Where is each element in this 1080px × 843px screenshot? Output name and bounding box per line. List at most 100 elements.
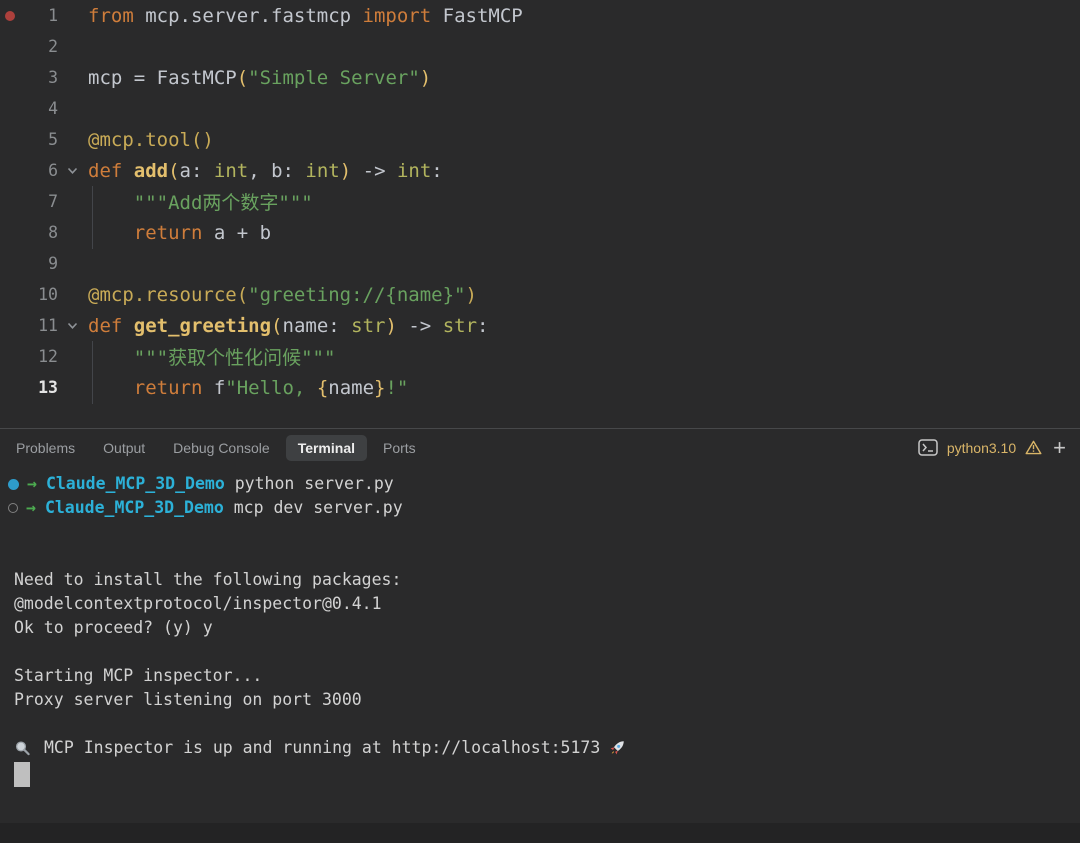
code-lines: 1from mcp.server.fastmcp import FastMCP 2… — [0, 0, 1080, 403]
code-line[interactable]: 2 — [0, 31, 1080, 62]
code-token: """Add两个数字""" — [88, 192, 313, 214]
line-number[interactable]: 10 — [22, 285, 58, 304]
terminal-icon — [918, 439, 938, 456]
code-line[interactable]: 3mcp = FastMCP("Simple Server") — [0, 62, 1080, 93]
terminal-command-row: → Claude_MCP_3D_Demo mcp dev server.py — [0, 496, 1080, 520]
terminal-status-row: MCP Inspector is up and running at http:… — [0, 736, 1080, 760]
warning-icon[interactable] — [1025, 440, 1042, 455]
terminal-blank-row — [0, 640, 1080, 664]
code-token: int — [305, 160, 339, 182]
line-number[interactable]: 9 — [22, 254, 58, 273]
command-text: mcp dev server.py — [234, 496, 403, 520]
code-token: f — [214, 377, 225, 399]
code-line[interactable]: 4 — [0, 93, 1080, 124]
code-line[interactable]: 1from mcp.server.fastmcp import FastMCP — [0, 0, 1080, 31]
code-text: @mcp.tool() — [86, 129, 214, 151]
code-line[interactable]: 6def add(a: int, b: int) -> int: — [0, 155, 1080, 186]
code-token: import — [363, 5, 443, 27]
code-token: { — [317, 377, 328, 399]
code-token: "greeting://{name}" — [248, 284, 465, 306]
terminal-output-row: @modelcontextprotocol/inspector@0.4.1 — [0, 592, 1080, 616]
code-token: add — [134, 160, 168, 182]
code-line[interactable]: 11def get_greeting(name: str) -> str: — [0, 310, 1080, 341]
prompt-arrow: → — [26, 496, 36, 520]
code-line[interactable]: 12 """获取个性化问候""" — [0, 341, 1080, 372]
code-token — [88, 222, 134, 244]
command-text: python server.py — [235, 472, 394, 496]
code-line[interactable]: 13 return f"Hello, {name}!" — [0, 372, 1080, 403]
code-token: name: — [283, 315, 352, 337]
tab-terminal[interactable]: Terminal — [286, 435, 367, 461]
code-token: -> — [397, 315, 443, 337]
code-token: , b: — [248, 160, 305, 182]
line-number[interactable]: 3 — [22, 68, 58, 87]
code-token: FastMCP — [443, 5, 523, 27]
interpreter-label[interactable]: python3.10 — [947, 440, 1016, 456]
code-token: -> — [351, 160, 397, 182]
breakpoint-dot[interactable] — [5, 11, 15, 21]
line-number[interactable]: 4 — [22, 99, 58, 118]
terminal-output-row: Proxy server listening on port 3000 — [0, 688, 1080, 712]
code-text: """获取个性化问候""" — [86, 343, 335, 370]
code-token: a + b — [214, 222, 271, 244]
code-token: return — [134, 222, 214, 244]
code-token: ( — [271, 315, 282, 337]
line-number[interactable]: 6 — [22, 161, 58, 180]
code-text: return a + b — [86, 222, 271, 244]
line-number[interactable]: 12 — [22, 347, 58, 366]
code-token: "Simple Server" — [248, 67, 420, 89]
code-line[interactable]: 5 @mcp.tool() — [0, 124, 1080, 155]
terminal-command-row: →Claude_MCP_3D_Demopython server.py — [0, 472, 1080, 496]
line-number[interactable]: 5 — [22, 130, 58, 149]
code-token: str — [351, 315, 385, 337]
code-token: a: — [180, 160, 214, 182]
code-token: int — [214, 160, 248, 182]
line-number[interactable]: 11 — [22, 316, 58, 335]
code-token: get_greeting — [134, 315, 271, 337]
terminal-output-row: Ok to proceed? (y) y — [0, 616, 1080, 640]
terminal-cursor-row — [0, 762, 1080, 786]
search-emoji — [14, 740, 31, 757]
line-number[interactable]: 7 — [22, 192, 58, 211]
panel-tab-bar: ProblemsOutputDebug ConsoleTerminalPorts… — [0, 429, 1080, 466]
code-token: ( — [168, 160, 179, 182]
line-number[interactable]: 2 — [22, 37, 58, 56]
line-number[interactable]: 1 — [22, 6, 58, 25]
line-number[interactable]: 8 — [22, 223, 58, 242]
code-line[interactable]: 7 """Add两个数字""" — [0, 186, 1080, 217]
code-token: int — [397, 160, 431, 182]
code-line[interactable]: 10 @mcp.resource("greeting://{name}") — [0, 279, 1080, 310]
terminal-output-row: Starting MCP inspector... — [0, 664, 1080, 688]
tab-problems[interactable]: Problems — [4, 435, 87, 461]
panel-tab-actions: python3.10 + — [918, 439, 1066, 456]
code-text: @mcp.resource("greeting://{name}") — [86, 284, 477, 306]
cwd-label: Claude_MCP_3D_Demo — [45, 496, 224, 520]
window-bottom-edge — [0, 823, 1080, 843]
bottom-panel: ProblemsOutputDebug ConsoleTerminalPorts… — [0, 428, 1080, 843]
new-terminal-plus-icon[interactable]: + — [1053, 440, 1066, 456]
code-token: ) — [420, 67, 431, 89]
code-token: mcp.server.fastmcp — [145, 5, 362, 27]
finished-indicator-dot — [8, 503, 18, 513]
tab-output[interactable]: Output — [91, 435, 157, 461]
code-token: str — [443, 315, 477, 337]
code-line[interactable]: 8 return a + b — [0, 217, 1080, 248]
code-token: : — [431, 160, 442, 182]
tab-debug-console[interactable]: Debug Console — [161, 435, 282, 461]
prompt-arrow: → — [27, 472, 37, 496]
code-text: """Add两个数字""" — [86, 188, 313, 215]
fold-chevron-icon[interactable] — [58, 167, 86, 175]
tab-ports[interactable]: Ports — [371, 435, 428, 461]
code-line[interactable]: 9 — [0, 248, 1080, 279]
breakpoint-gutter[interactable] — [0, 11, 22, 21]
terminal-blank-row — [0, 712, 1080, 736]
code-token: ( — [237, 67, 248, 89]
fold-chevron-icon[interactable] — [58, 322, 86, 330]
code-editor[interactable]: 1from mcp.server.fastmcp import FastMCP 2… — [0, 0, 1080, 428]
code-token: return — [134, 377, 214, 399]
line-number[interactable]: 13 — [22, 378, 58, 397]
code-token — [88, 377, 134, 399]
code-token: name — [328, 377, 374, 399]
code-token: ) — [340, 160, 351, 182]
terminal-output-row: Need to install the following packages: — [0, 568, 1080, 592]
